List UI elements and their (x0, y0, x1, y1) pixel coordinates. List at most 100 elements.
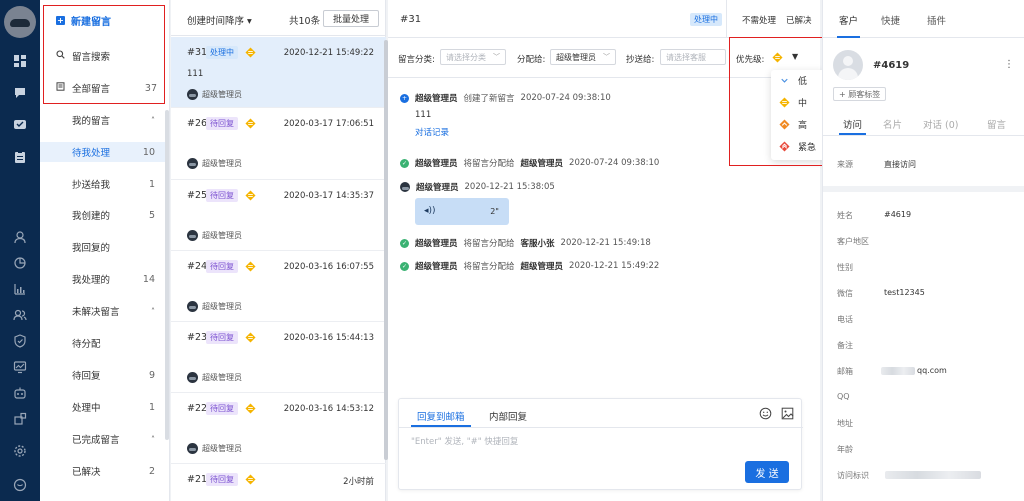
solved-button[interactable]: 已解决 (786, 14, 812, 26)
sidebar-item-unassigned[interactable]: 待分配 (40, 333, 165, 353)
priority-option-label: 中 (798, 98, 808, 109)
assign-select[interactable]: 超级管理员 ﹀ (550, 49, 616, 65)
priority-medium-icon (245, 403, 256, 414)
event-time: 2020-12-21 15:38:05 (464, 182, 555, 192)
sidebar-item-created[interactable]: 我创建的 5 (40, 205, 165, 225)
priority-option-high[interactable]: 高 (779, 117, 807, 131)
sidebar-item-solved[interactable]: 已解决 2 (40, 461, 165, 481)
panel-divider (823, 135, 1024, 136)
priority-menu: 低 中 高 紧急 (771, 70, 825, 160)
send-button[interactable]: 发 送 (745, 461, 789, 483)
ticket-card[interactable]: #22 待回复 2020-03-16 14:53:12 超级管理员 (171, 393, 386, 464)
sidebar-item-label: 我的留言 (72, 116, 111, 127)
sidebar-group-completed[interactable]: 已完成留言 ˄ (40, 429, 165, 449)
voice-message[interactable]: ◂)) 2" (415, 198, 509, 225)
ticket-card[interactable]: #23 待回复 2020-03-16 15:44:13 超级管理员 (171, 322, 386, 393)
apps-icon[interactable] (11, 410, 29, 428)
ticket-list: 创建时间降序 ▾ 共10条 批量处理 #31 处理中 2020-12-21 15:4… (171, 0, 388, 501)
sidebar-item-label: 待我处理 (72, 148, 111, 159)
sidebar-group-unsolved[interactable]: 未解决留言 ˄ (40, 301, 165, 321)
event-actor: 超级管理员 (415, 159, 458, 169)
batch-process-button[interactable]: 批量处理 (323, 10, 379, 27)
sidebar-item-count: 5 (148, 209, 155, 221)
customer-field-label: 微信 (837, 289, 853, 298)
sort-dropdown[interactable]: 创建时间降序 ▾ (187, 13, 252, 27)
section-divider (823, 186, 1024, 192)
tab-messages[interactable]: 留言 (987, 117, 1006, 131)
clipboard-icon[interactable] (11, 148, 29, 166)
sidebar-scrollbar[interactable] (165, 110, 169, 440)
shield-icon[interactable] (11, 332, 29, 350)
new-ticket-button[interactable]: + 新建留言 (56, 12, 111, 28)
sidebar-item-pending-me[interactable]: 待我处理 10 (40, 142, 165, 162)
customer-field-label: 年龄 (837, 445, 853, 454)
tab-internal-reply[interactable]: 内部回复 (489, 409, 527, 423)
avatar (187, 230, 198, 241)
monitor-icon[interactable] (11, 358, 29, 376)
priority-option-urgent[interactable]: 紧急 (779, 139, 816, 153)
chat-icon[interactable] (11, 84, 29, 102)
add-tag-button[interactable]: + 顾客标签 (833, 87, 887, 101)
ticket-card[interactable]: #26 待回复 2020-03-17 17:06:51 超级管理员 (171, 108, 386, 180)
ticket-search-button[interactable]: 留言搜索 (56, 48, 157, 64)
voice-wave-icon: ◂)) (424, 206, 436, 216)
priority-medium-icon (245, 474, 256, 485)
sidebar-item-label: 已解决 (72, 467, 101, 478)
chart-icon[interactable] (11, 280, 29, 298)
settings-icon[interactable] (11, 442, 29, 460)
chat-record-link[interactable]: 对话记录 (415, 126, 449, 138)
tab-quick[interactable]: 快捷 (881, 13, 900, 27)
category-select[interactable]: 请选择分类 ﹀ (440, 49, 506, 65)
user-icon[interactable] (11, 228, 29, 246)
emoji-icon[interactable] (759, 407, 772, 420)
priority-option-medium[interactable]: 中 (779, 95, 807, 109)
reply-input[interactable]: "Enter" 发送, "#" 快捷回复 (411, 435, 518, 447)
message-icon[interactable] (11, 116, 29, 134)
customer-field-label: 地址 (837, 419, 853, 428)
sidebar-item-replied[interactable]: 我回复的 (40, 237, 165, 257)
dashboard-icon[interactable] (11, 52, 29, 70)
avatar (400, 182, 410, 192)
ticket-card[interactable]: #31 处理中 2020-12-21 15:49:22 111 超级管理员 (171, 37, 386, 108)
image-icon[interactable] (781, 407, 794, 420)
customer-field-label: 电话 (837, 315, 853, 324)
robot-icon[interactable] (11, 384, 29, 402)
ticket-card[interactable]: #24 待回复 2020-03-16 16:07:55 超级管理员 (171, 251, 386, 322)
ticket-card[interactable]: #25 待回复 2020-03-17 14:35:37 超级管理员 (171, 180, 386, 251)
tab-conversations[interactable]: 对话 (0) (923, 117, 958, 131)
sidebar-item-handled[interactable]: 我处理的 14 (40, 269, 165, 289)
tab-visit[interactable]: 访问 (838, 117, 867, 135)
all-tickets-button[interactable]: 全部留言 37 (56, 80, 157, 96)
avatar (187, 443, 198, 454)
tab-reply-email[interactable]: 回复到邮箱 (411, 409, 470, 427)
tab-plugins[interactable]: 插件 (927, 13, 946, 27)
ticket-number: #25 (187, 190, 208, 201)
sidebar-group-my[interactable]: 我的留言 ˄ (40, 110, 165, 130)
tab-card[interactable]: 名片 (883, 117, 902, 131)
sidebar-item-label: 处理中 (72, 403, 101, 414)
support-chat-icon[interactable] (11, 476, 29, 494)
sidebar-item-in-progress[interactable]: 处理中 1 (40, 397, 165, 417)
team-icon[interactable] (11, 306, 29, 324)
more-icon[interactable]: ⋮ (1004, 59, 1014, 70)
priority-dropdown-caret[interactable]: ▼ (792, 52, 798, 61)
priority-option-low[interactable]: 低 (779, 73, 807, 87)
sidebar-item-count: 1 (148, 401, 155, 413)
cc-select[interactable]: 请选择客服 (660, 49, 726, 65)
tab-customer[interactable]: 客户 (836, 13, 861, 38)
priority-medium-icon[interactable] (772, 52, 783, 63)
list-icon (56, 82, 66, 94)
sidebar-item-awaiting-reply[interactable]: 待回复 9 (40, 365, 165, 385)
assign-value: 超级管理员 (556, 52, 596, 62)
customer-field-value: test12345 (884, 288, 925, 297)
status-badge: 待回复 (206, 402, 238, 415)
caret-down-icon: ▾ (244, 16, 252, 27)
ticket-card[interactable]: #21 待回复 2小时前 (171, 464, 386, 501)
no-need-button[interactable]: 不需处理 (742, 14, 776, 26)
event-created: + 超级管理员 创建了新留言 2020-07-24 09:38:10 (400, 92, 611, 104)
priority-medium-icon (245, 261, 256, 272)
sidebar-item-cc-me[interactable]: 抄送给我 1 (40, 174, 165, 194)
brand-logo (4, 6, 36, 38)
analytics-icon[interactable] (11, 254, 29, 272)
category-label: 留言分类: (398, 55, 435, 65)
